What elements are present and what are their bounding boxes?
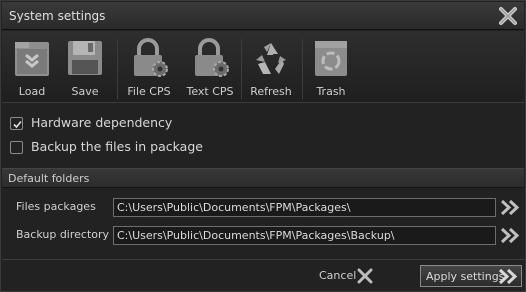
trash-label: Trash <box>316 85 346 98</box>
trash-icon <box>315 41 347 76</box>
toolbar-separator <box>302 39 303 99</box>
files-packages-browse-button[interactable] <box>500 198 520 217</box>
files-packages-label: Files packages <box>16 200 96 213</box>
lock-gear-icon <box>134 38 168 77</box>
title-bar: System settings <box>2 2 524 30</box>
section-title: Default folders <box>8 172 90 185</box>
files-packages-input[interactable]: C:\Users\Public\Documents\FPM\Packages\ <box>113 198 496 217</box>
load-button[interactable]: Load <box>9 35 55 99</box>
close-icon <box>499 7 517 25</box>
refresh-button[interactable]: Refresh <box>246 35 296 99</box>
cancel-label: Cancel <box>319 269 357 282</box>
cancel-x-icon <box>357 268 373 284</box>
checkmark-icon <box>13 120 22 129</box>
double-chevron-right-icon <box>500 199 520 216</box>
apply-settings-label: Apply settings <box>426 270 505 283</box>
recycle-icon <box>256 43 286 74</box>
apply-settings-button[interactable]: Apply settings <box>420 265 522 287</box>
checkbox-box[interactable] <box>10 117 23 130</box>
checkbox-box[interactable] <box>10 141 23 154</box>
toolbar-separator <box>117 39 118 99</box>
save-button[interactable]: Save <box>62 35 108 99</box>
save-label: Save <box>71 85 99 98</box>
floppy-save-icon <box>68 41 102 75</box>
double-chevron-right-icon <box>500 227 520 244</box>
backup-directory-browse-button[interactable] <box>500 226 520 245</box>
double-chevron-right-icon <box>498 268 518 285</box>
text-cps-label: Text CPS <box>186 85 234 98</box>
backup-files-label: Backup the files in package <box>31 139 203 154</box>
folder-load-icon <box>15 42 49 76</box>
toolbar: Load Save File CPS Text CPS Refresh Tras… <box>2 31 524 103</box>
close-button[interactable] <box>498 6 518 26</box>
backup-directory-input[interactable]: C:\Users\Public\Documents\FPM\Packages\B… <box>113 226 496 245</box>
options-panel: Hardware dependency Backup the files in … <box>2 107 524 165</box>
backup-files-checkbox[interactable]: Backup the files in package <box>10 138 210 158</box>
system-settings-window: System settings Load Save File CPS Text … <box>0 0 526 292</box>
default-folders-header: Default folders <box>2 168 524 188</box>
backup-directory-label: Backup directory <box>16 228 110 241</box>
window-title: System settings <box>9 9 106 23</box>
trash-button[interactable]: Trash <box>308 35 354 99</box>
cancel-button[interactable]: Cancel <box>317 265 377 287</box>
load-label: Load <box>18 85 46 98</box>
toolbar-separator <box>241 39 242 99</box>
hardware-dependency-label: Hardware dependency <box>31 115 173 130</box>
text-cps-button[interactable]: Text CPS <box>182 35 238 99</box>
lock-gear-icon <box>195 38 229 77</box>
file-cps-button[interactable]: File CPS <box>123 35 175 99</box>
hardware-dependency-checkbox[interactable]: Hardware dependency <box>10 114 180 134</box>
refresh-label: Refresh <box>250 85 292 98</box>
footer-divider <box>2 259 524 260</box>
file-cps-label: File CPS <box>127 85 171 98</box>
